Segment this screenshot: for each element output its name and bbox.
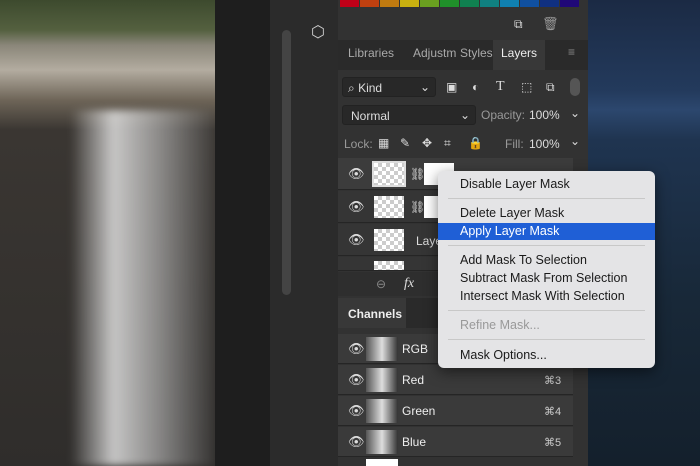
color-swatch[interactable] — [340, 0, 359, 7]
link-icon[interactable]: ⛓ — [410, 167, 425, 181]
lock-artboard-icon[interactable]: ⌗ — [444, 136, 451, 151]
tab-styles[interactable]: Styles — [460, 46, 493, 60]
menu-subtract-mask-from-selection[interactable]: Subtract Mask From Selection — [438, 270, 655, 287]
chevron-down-icon[interactable]: ⌄ — [570, 134, 580, 148]
pixel-filter-icon[interactable]: ▣ — [446, 80, 457, 94]
filter-kind-value: Kind — [358, 81, 383, 95]
new-swatch-icon[interactable]: ⧉ — [514, 17, 523, 32]
lock-label: Lock: — [344, 137, 373, 151]
menu-refine-mask: Refine Mask... — [460, 318, 540, 332]
menu-delete-layer-mask[interactable]: Delete Layer Mask — [438, 205, 655, 222]
menu-intersect-mask-with-selection[interactable]: Intersect Mask With Selection — [438, 288, 655, 305]
menu-add-mask-to-selection[interactable]: Add Mask To Selection — [438, 252, 655, 269]
lock-move-icon[interactable]: ✥ — [422, 136, 432, 150]
channel-shortcut: ⌘4 — [544, 406, 562, 418]
lock-all-icon[interactable]: 🔒 — [468, 136, 483, 150]
smart-object-filter-icon[interactable]: ⧉ — [546, 80, 555, 95]
opacity-input[interactable]: 100% — [529, 108, 560, 122]
eye-icon[interactable]: 👁 — [348, 199, 365, 215]
channel-thumbnail — [366, 337, 398, 361]
adjustment-filter-icon[interactable]: ◐ — [472, 80, 479, 94]
layer-thumbnail[interactable] — [374, 196, 404, 218]
channel-name: RGB — [402, 342, 429, 356]
shape-filter-icon[interactable]: ⬚ — [521, 80, 532, 94]
canvas-gap — [215, 0, 270, 466]
color-swatch[interactable] — [560, 0, 579, 7]
color-swatch[interactable] — [460, 0, 479, 7]
channel-thumbnail — [366, 459, 398, 466]
lock-brush-icon[interactable]: ✎ — [400, 136, 410, 150]
channel-thumbnail — [366, 399, 398, 423]
layer-thumbnail[interactable] — [372, 161, 406, 187]
fill-input[interactable]: 100% — [529, 137, 560, 151]
chevron-down-icon[interactable]: ⌄ — [570, 106, 580, 120]
context-menu: Disable Layer Mask Delete Layer Mask App… — [438, 171, 655, 368]
eye-icon[interactable]: 👁 — [348, 341, 365, 357]
filter-toggle[interactable] — [570, 78, 580, 96]
eye-icon[interactable]: 👁 — [348, 166, 365, 182]
channel-row[interactable]: 👁 Green ⌘4 — [338, 396, 573, 426]
chevron-down-icon: ⌄ — [459, 108, 470, 122]
chevron-down-icon: ⌄ — [419, 80, 430, 94]
color-swatch[interactable] — [380, 0, 399, 7]
channel-shortcut: ⌘5 — [544, 437, 562, 449]
channel-name: Blue — [402, 435, 427, 449]
color-swatch[interactable] — [420, 0, 439, 7]
blend-mode-select[interactable]: Normal ⌄ — [342, 105, 476, 125]
opacity-label: Opacity: — [481, 108, 526, 122]
link-icon[interactable]: ⛓ — [410, 200, 425, 214]
layer-thumbnail[interactable] — [374, 261, 404, 270]
color-swatch[interactable] — [360, 0, 379, 7]
tool-column — [270, 0, 338, 466]
tab-layers[interactable]: Layers — [501, 46, 537, 60]
channel-shortcut: ⌘3 — [544, 375, 562, 387]
3d-cube-icon[interactable]: ⬡ — [308, 22, 328, 42]
lock-transparent-icon[interactable]: ▦ — [378, 136, 389, 150]
menu-disable-layer-mask[interactable]: Disable Layer Mask — [438, 176, 655, 193]
fill-label: Fill: — [505, 137, 524, 151]
color-swatch[interactable] — [500, 0, 519, 7]
filter-kind-select[interactable]: ⌕ Kind ⌄ — [342, 77, 436, 97]
channel-name: Green — [402, 404, 436, 418]
eye-icon[interactable]: 👁 — [348, 232, 365, 248]
link-layers-icon[interactable]: ⊖ — [376, 277, 386, 291]
color-swatch[interactable] — [480, 0, 499, 7]
menu-apply-layer-mask[interactable]: Apply Layer Mask — [438, 223, 655, 240]
fx-button[interactable]: fx — [404, 276, 414, 292]
tab-adjustments[interactable]: Adjustm — [413, 46, 459, 60]
channel-name: Red — [402, 373, 425, 387]
color-swatch[interactable] — [540, 0, 559, 7]
panel-menu-icon[interactable]: ≡ — [568, 45, 575, 59]
trash-icon[interactable]: 🗑 — [542, 16, 559, 32]
color-swatch[interactable] — [400, 0, 419, 7]
blend-mode-value: Normal — [351, 109, 390, 123]
channel-row[interactable]: 👁 Blue ⌘5 — [338, 427, 573, 457]
type-filter-icon[interactable]: T — [496, 79, 505, 95]
channel-row[interactable]: 👁 Red ⌘3 — [338, 365, 573, 395]
waterfall — [70, 110, 215, 466]
tab-libraries[interactable]: Libraries — [348, 46, 394, 60]
eye-icon[interactable]: 👁 — [348, 403, 365, 419]
color-swatch[interactable] — [440, 0, 459, 7]
eye-icon[interactable]: 👁 — [348, 434, 365, 450]
scrollbar[interactable] — [282, 30, 291, 295]
channel-thumbnail — [366, 368, 398, 392]
color-swatch[interactable] — [520, 0, 539, 7]
menu-mask-options[interactable]: Mask Options... — [438, 347, 655, 364]
channel-thumbnail — [366, 430, 398, 454]
layer-thumbnail[interactable] — [374, 229, 404, 251]
eye-icon[interactable]: 👁 — [348, 372, 365, 388]
tab-channels[interactable]: Channels — [348, 307, 402, 321]
